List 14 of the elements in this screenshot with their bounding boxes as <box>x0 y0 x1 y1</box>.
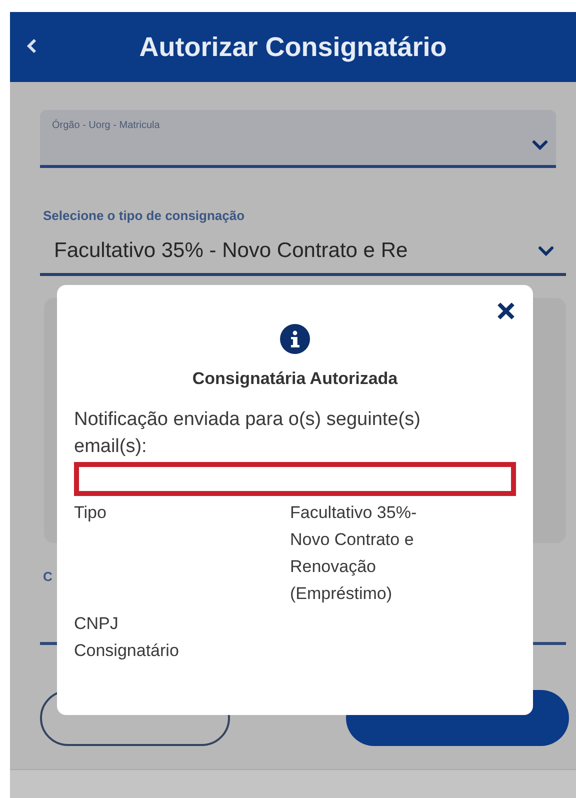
chevron-down-icon <box>538 246 554 256</box>
detail-label: Tipo <box>74 502 108 524</box>
screen-title: Autorizar Consignatário <box>139 32 447 62</box>
detail-label: CNPJ Consignatário <box>74 613 180 662</box>
field-label: C <box>43 569 54 584</box>
close-icon <box>496 301 516 321</box>
chevron-down-icon <box>532 140 548 150</box>
notification-message: Notificação enviada para o(s) seguinte(s) email(s): <box>74 408 422 459</box>
dialog-title: Consignatária Autorizada <box>191 369 399 389</box>
consignation-type-dropdown[interactable]: Facultativo 35% - Novo Contrato e Re <box>40 239 566 276</box>
detail-value: Facultativo 35%- Novo Contrato e Renovação (Empréstimo) <box>290 502 418 605</box>
back-chevron-icon <box>26 38 38 54</box>
info-icon <box>279 323 311 355</box>
select-label: Selecione o tipo de consignação <box>43 208 246 223</box>
